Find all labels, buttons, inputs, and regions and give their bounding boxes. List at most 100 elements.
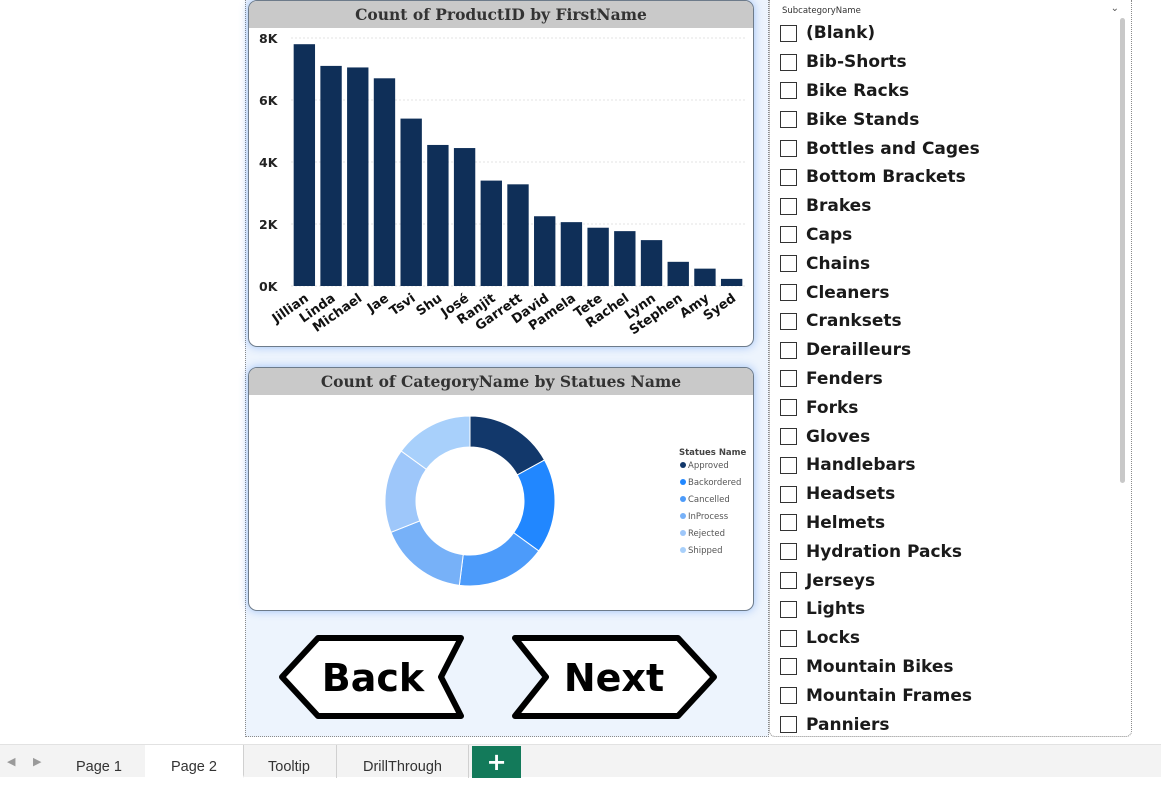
next-button[interactable]: Next: [510, 634, 720, 720]
bar[interactable]: [694, 268, 716, 286]
legend-item[interactable]: InProcess: [688, 512, 729, 522]
slicer-item[interactable]: Derailleurs: [780, 336, 1111, 365]
checkbox[interactable]: [780, 53, 797, 71]
slicer-item[interactable]: Bottles and Cages: [780, 134, 1111, 163]
slicer-item[interactable]: Fenders: [780, 365, 1111, 394]
slicer-item[interactable]: Forks: [780, 393, 1111, 422]
slicer-item[interactable]: Mountain Bikes: [780, 653, 1111, 682]
bar[interactable]: [480, 180, 502, 286]
bar[interactable]: [427, 144, 449, 286]
chevron-left-icon[interactable]: ◀: [7, 755, 15, 768]
checkbox[interactable]: [780, 514, 797, 532]
slicer-item[interactable]: Hydration Packs: [780, 537, 1111, 566]
slicer-item-label: (Blank): [806, 23, 876, 44]
slicer-item[interactable]: Gloves: [780, 422, 1111, 451]
slicer-item[interactable]: Cleaners: [780, 278, 1111, 307]
x-tick-label: Tsvi: [387, 291, 418, 319]
bar-chart-visual[interactable]: Count of ProductID by FirstName 0K 2K 4K 6K…: [248, 0, 754, 347]
bar[interactable]: [720, 278, 743, 286]
tab-drillthrough[interactable]: DrillThrough: [337, 745, 469, 778]
legend-item[interactable]: Cancelled: [688, 495, 730, 505]
checkbox[interactable]: [780, 600, 797, 618]
slicer-item[interactable]: Bib-Shorts: [780, 48, 1111, 77]
chevron-right-icon[interactable]: ▶: [33, 755, 41, 768]
bar[interactable]: [667, 261, 689, 286]
tab-tooltip[interactable]: Tooltip: [242, 745, 337, 778]
slicer-item[interactable]: Bottom Brackets: [780, 163, 1111, 192]
slicer-item[interactable]: Brakes: [780, 192, 1111, 221]
slicer-item[interactable]: Lights: [780, 595, 1111, 624]
checkbox[interactable]: [780, 24, 797, 42]
bar[interactable]: [614, 231, 636, 286]
x-tick-label: Shu: [414, 291, 445, 319]
slicer-item[interactable]: Bike Racks: [780, 77, 1111, 106]
checkbox[interactable]: [780, 82, 797, 100]
checkbox[interactable]: [780, 255, 797, 273]
slicer-scrollbar[interactable]: [1120, 18, 1125, 483]
slicer-item[interactable]: Caps: [780, 221, 1111, 250]
slicer-item[interactable]: Cranksets: [780, 307, 1111, 336]
checkbox[interactable]: [780, 284, 797, 302]
bar[interactable]: [373, 78, 396, 286]
bar[interactable]: [640, 240, 663, 286]
slicer-item[interactable]: Helmets: [780, 509, 1111, 538]
slicer-item[interactable]: Handlebars: [780, 451, 1111, 480]
checkbox[interactable]: [780, 312, 797, 330]
slicer-item-label: Bike Stands: [806, 109, 920, 130]
bar[interactable]: [534, 216, 556, 286]
checkbox[interactable]: [780, 658, 797, 676]
legend-marker: [680, 513, 686, 519]
slicer-item[interactable]: Panniers: [780, 710, 1111, 736]
donut-chart-visual[interactable]: Count of CategoryName by Statues Name St…: [248, 367, 754, 611]
back-button[interactable]: Back: [276, 634, 466, 720]
legend-item[interactable]: Shipped: [688, 546, 723, 556]
bar[interactable]: [453, 148, 476, 286]
tab-page-2[interactable]: Page 2: [145, 745, 244, 778]
checkbox[interactable]: [780, 197, 797, 215]
bar[interactable]: [320, 65, 342, 287]
bar[interactable]: [293, 44, 316, 287]
checkbox[interactable]: [780, 428, 797, 446]
bar[interactable]: [560, 222, 583, 286]
subcategory-slicer[interactable]: SubcategoryName ⌄ (Blank) Bib-Shorts Bike …: [769, 0, 1132, 737]
slicer-item[interactable]: Headsets: [780, 480, 1111, 509]
checkbox[interactable]: [780, 370, 797, 388]
checkbox[interactable]: [780, 168, 797, 186]
checkbox[interactable]: [780, 341, 797, 359]
legend-item[interactable]: Approved: [688, 461, 729, 471]
checkbox[interactable]: [780, 399, 797, 417]
checkbox[interactable]: [780, 629, 797, 647]
slicer-item-label: Caps: [806, 224, 853, 245]
tab-page-1[interactable]: Page 1: [50, 745, 149, 778]
checkbox[interactable]: [780, 456, 797, 474]
slicer-item-label: Handlebars: [806, 455, 916, 476]
checkbox[interactable]: [780, 687, 797, 705]
bar[interactable]: [347, 67, 369, 286]
slicer-item[interactable]: (Blank): [780, 19, 1111, 48]
checkbox[interactable]: [780, 572, 797, 590]
checkbox[interactable]: [780, 140, 797, 158]
add-page-button[interactable]: +: [472, 746, 521, 778]
slicer-item[interactable]: Locks: [780, 624, 1111, 653]
chevron-down-icon[interactable]: ⌄: [1111, 3, 1119, 14]
checkbox[interactable]: [780, 111, 797, 129]
slicer-item[interactable]: Bike Stands: [780, 105, 1111, 134]
checkbox[interactable]: [780, 226, 797, 244]
checkbox[interactable]: [780, 716, 797, 734]
donut-chart-plot: Statues Name Approved Backordered Cancelled…: [384, 415, 747, 587]
slicer-item[interactable]: Jerseys: [780, 566, 1111, 595]
checkbox[interactable]: [780, 543, 797, 561]
bar[interactable]: [507, 184, 529, 286]
y-tick-label: 0K: [259, 279, 279, 294]
donut-slice[interactable]: [390, 520, 464, 586]
slicer-item[interactable]: Chains: [780, 249, 1111, 278]
slicer-item[interactable]: Mountain Frames: [780, 681, 1111, 710]
bar[interactable]: [400, 118, 422, 286]
y-tick-label: 2K: [259, 217, 279, 232]
bar[interactable]: [587, 227, 609, 286]
checkbox[interactable]: [780, 485, 797, 503]
legend-item[interactable]: Backordered: [688, 478, 741, 488]
slicer-item-label: Lights: [806, 599, 866, 620]
legend-item[interactable]: Rejected: [688, 529, 725, 539]
legend-title: Statues Name: [679, 448, 747, 458]
